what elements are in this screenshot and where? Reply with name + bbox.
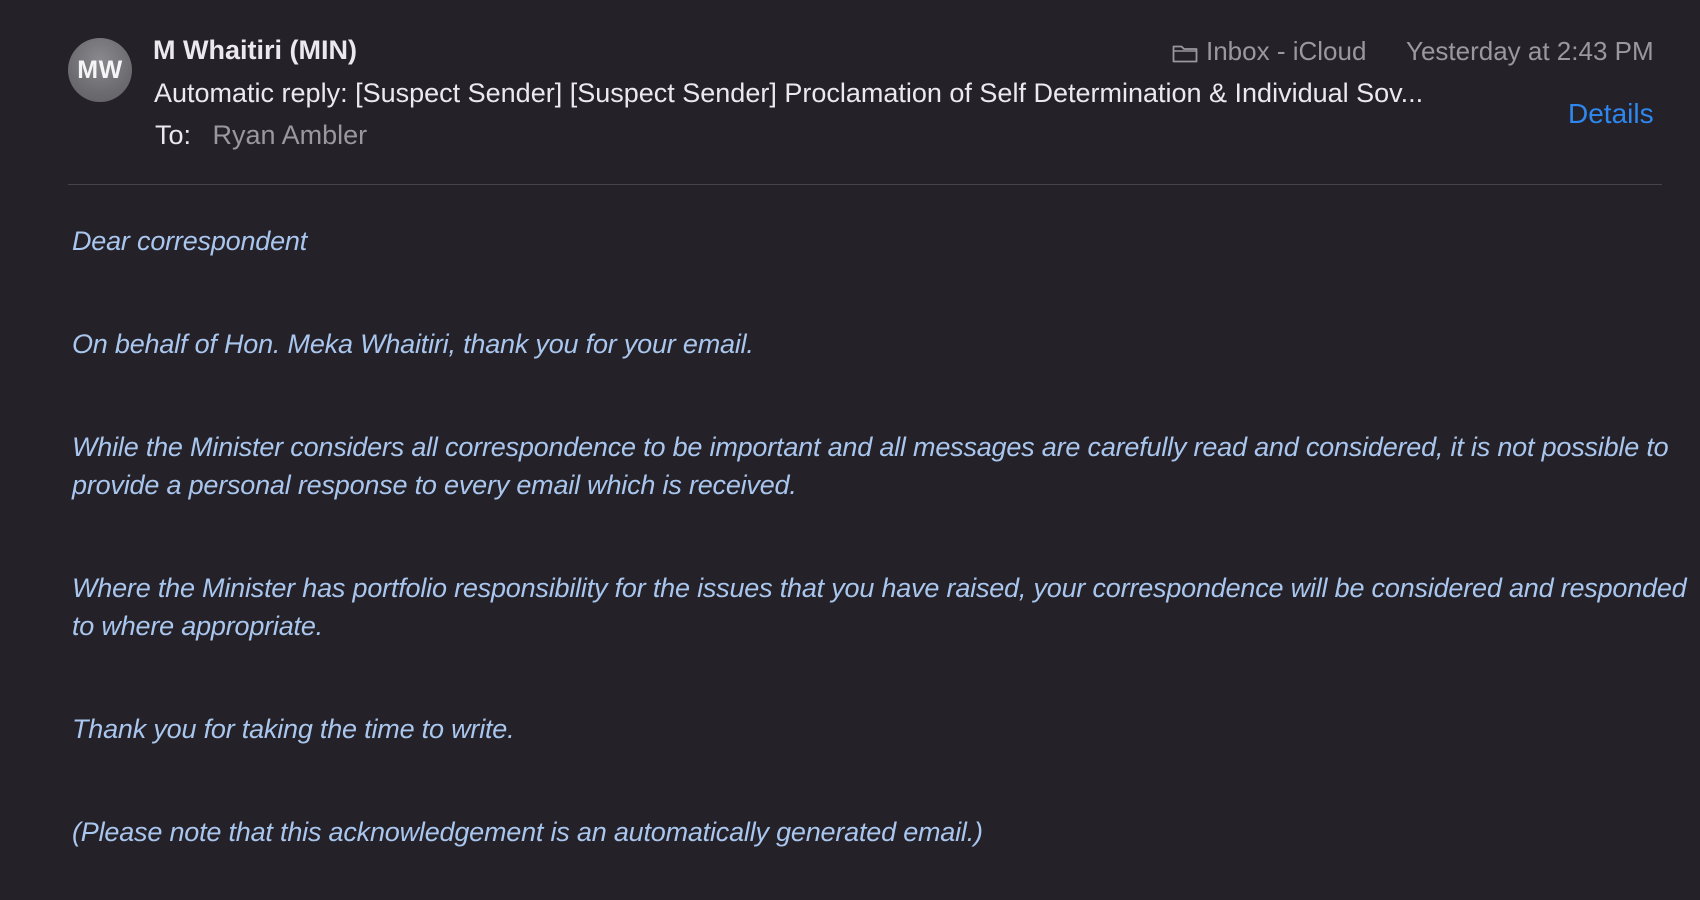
recipient-row: To: Ryan Ambler — [155, 120, 367, 151]
message-header: MW M Whaitiri (MIN) Automatic reply: [Su… — [0, 0, 1700, 186]
folder-icon — [1172, 45, 1198, 63]
message-date: Yesterday at 2:43 PM — [1406, 36, 1654, 66]
mailbox-label: Inbox - iCloud — [1206, 36, 1367, 66]
recipient-name[interactable]: Ryan Ambler — [213, 120, 368, 150]
details-link[interactable]: Details — [1568, 98, 1654, 130]
sender-avatar[interactable]: MW — [68, 38, 132, 102]
body-paragraph-closing: Thank you for taking the time to write. — [72, 714, 515, 744]
message-body: Dear correspondent On behalf of Hon. Mek… — [72, 222, 1697, 900]
body-paragraph-consideration: While the Minister considers all corresp… — [72, 432, 1669, 500]
sender-name[interactable]: M Whaitiri (MIN) — [153, 35, 357, 66]
message-subject: Automatic reply: [Suspect Sender] [Suspe… — [154, 78, 1424, 108]
mailbox-location[interactable]: Inbox - iCloud — [1172, 36, 1366, 67]
to-label: To: — [155, 120, 192, 150]
body-greeting: Dear correspondent — [72, 226, 308, 256]
body-paragraph-portfolio: Where the Minister has portfolio respons… — [72, 573, 1687, 641]
body-paragraph-note: (Please note that this acknowledgement i… — [72, 817, 983, 847]
header-divider — [68, 184, 1662, 185]
body-paragraph-thanks: On behalf of Hon. Meka Whaitiri, thank y… — [72, 329, 754, 359]
